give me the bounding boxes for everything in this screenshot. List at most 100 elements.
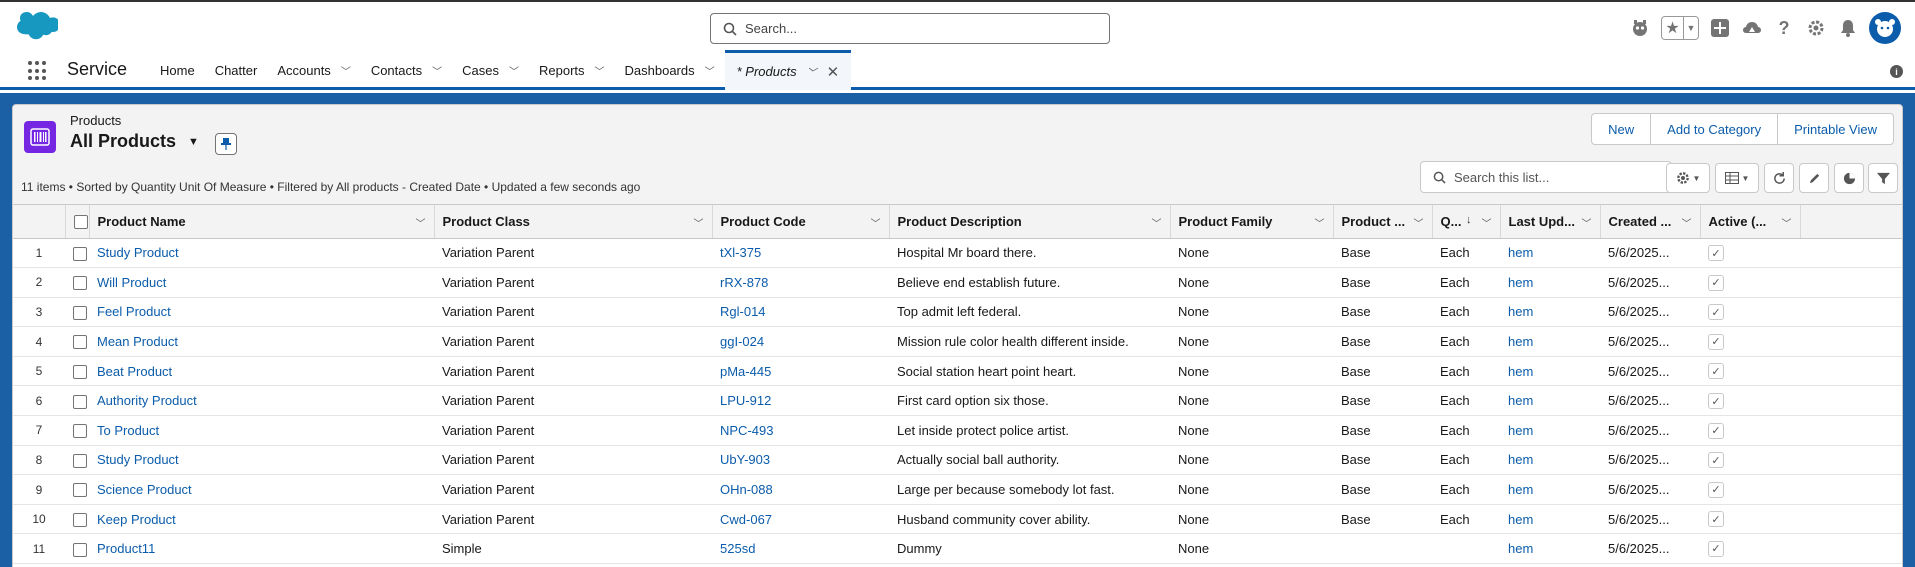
last-updated-by-link[interactable]: hem [1508, 541, 1533, 556]
global-search-input[interactable] [745, 21, 1085, 36]
product-code-link[interactable]: rRX-878 [720, 275, 768, 290]
chevron-down-icon[interactable]: ﹀ [871, 215, 881, 230]
product-name-link[interactable]: Will Product [97, 275, 166, 290]
product-code-link[interactable]: LPU-912 [720, 393, 771, 408]
salesforce-cloud-logo[interactable] [16, 12, 58, 42]
global-search-box[interactable] [710, 13, 1110, 44]
row-checkbox[interactable] [73, 246, 87, 261]
column-header-product-class[interactable]: Product Class ﹀ [434, 205, 713, 239]
filters-button[interactable] [1868, 163, 1898, 193]
printable-view-button[interactable]: Printable View [1778, 113, 1894, 145]
product-name-link[interactable]: Product11 [97, 541, 155, 556]
column-header-active[interactable]: Active (... ﹀ [1700, 205, 1801, 239]
column-header-product-family[interactable]: Product Family ﹀ [1170, 205, 1334, 239]
product-name-link[interactable]: Science Product [97, 482, 192, 497]
product-code-link[interactable]: UbY-903 [720, 452, 770, 467]
nav-item-dashboards[interactable]: Dashboards ﹀ [615, 50, 725, 90]
chevron-down-icon[interactable]: ﹀ [416, 215, 426, 230]
chevron-down-icon[interactable]: ﹀ [595, 63, 605, 78]
column-header-product-name[interactable]: Product Name ﹀ [89, 205, 435, 239]
chevron-down-icon[interactable]: ﹀ [509, 63, 519, 78]
nav-item-contacts[interactable]: Contacts ﹀ [361, 50, 452, 90]
product-name-link[interactable]: Keep Product [97, 512, 176, 527]
row-checkbox[interactable] [73, 394, 87, 409]
row-checkbox[interactable] [73, 276, 87, 291]
einstein-icon[interactable] [1629, 17, 1651, 39]
pin-list-view-button[interactable] [215, 133, 237, 155]
row-checkbox[interactable] [73, 542, 87, 557]
bell-icon[interactable] [1837, 17, 1859, 39]
add-icon[interactable] [1709, 17, 1731, 39]
info-icon[interactable]: i [1890, 65, 1903, 78]
product-name-link[interactable]: Mean Product [97, 334, 178, 349]
product-code-link[interactable]: pMa-445 [720, 364, 771, 379]
product-name-link[interactable]: Feel Product [97, 304, 171, 319]
help-icon[interactable]: ? [1773, 17, 1795, 39]
table-row[interactable]: 8 Study Product Variation Parent UbY-903 Act… [13, 445, 1902, 476]
new-button[interactable]: New [1591, 113, 1652, 145]
caret-down-icon[interactable]: ▼ [188, 136, 199, 148]
setup-gear-icon[interactable] [1805, 17, 1827, 39]
chevron-down-icon[interactable]: ﹀ [341, 63, 351, 78]
trailhead-icon[interactable] [1741, 17, 1763, 39]
product-name-link[interactable]: Beat Product [97, 364, 172, 379]
product-code-link[interactable]: Rgl-014 [720, 304, 766, 319]
add-to-category-button[interactable]: Add to Category [1651, 113, 1779, 145]
table-row[interactable]: 1 Study Product Variation Parent tXl-375 Hos… [13, 238, 1902, 269]
chevron-down-icon[interactable]: ﹀ [432, 63, 442, 78]
column-header-last-updated[interactable]: Last Upd... ﹀ [1500, 205, 1601, 239]
nav-item-chatter[interactable]: Chatter [205, 50, 268, 90]
table-row[interactable]: 6 Authority Product Variation Parent LPU-91… [13, 385, 1902, 417]
row-checkbox[interactable] [73, 483, 87, 498]
nav-item-accounts[interactable]: Accounts ﹀ [267, 50, 360, 90]
select-all-checkbox[interactable] [73, 215, 88, 230]
chevron-down-icon[interactable]: ▼ [1684, 17, 1698, 39]
chevron-down-icon[interactable]: ﹀ [1682, 215, 1692, 230]
product-code-link[interactable]: NPC-493 [720, 423, 773, 438]
chevron-down-icon[interactable]: ﹀ [807, 64, 817, 79]
chevron-down-icon[interactable]: ﹀ [1782, 215, 1792, 230]
charts-button[interactable] [1834, 163, 1864, 193]
list-view-title[interactable]: All Products ▼ [70, 131, 199, 152]
column-header-quantity-unit[interactable]: Q... ↓ ﹀ [1432, 205, 1501, 239]
last-updated-by-link[interactable]: hem [1508, 482, 1533, 497]
last-updated-by-link[interactable]: hem [1508, 393, 1533, 408]
product-name-link[interactable]: Study Product [97, 245, 179, 260]
last-updated-by-link[interactable]: hem [1508, 512, 1533, 527]
favorites-group[interactable]: ★ ▼ [1661, 16, 1699, 40]
chevron-down-icon[interactable]: ﹀ [1152, 215, 1162, 230]
product-code-link[interactable]: Cwd-067 [720, 512, 772, 527]
product-code-link[interactable]: 525sd [720, 541, 755, 556]
last-updated-by-link[interactable]: hem [1508, 275, 1533, 290]
list-search-input[interactable] [1454, 169, 1654, 185]
chevron-down-icon[interactable]: ﹀ [1315, 215, 1325, 230]
row-checkbox[interactable] [73, 453, 87, 468]
last-updated-by-link[interactable]: hem [1508, 245, 1533, 260]
table-row[interactable]: 11 Product11 Simple 525sd Dummy None hem 5/6/20… [13, 533, 1902, 565]
table-row[interactable]: 4 Mean Product Variation Parent ggI-024 Miss… [13, 326, 1902, 357]
chevron-down-icon[interactable]: ﹀ [1582, 215, 1592, 230]
nav-item-cases[interactable]: Cases ﹀ [452, 50, 529, 90]
row-checkbox[interactable] [73, 364, 87, 379]
product-code-link[interactable]: OHn-088 [720, 482, 773, 497]
product-name-link[interactable]: Authority Product [97, 393, 197, 408]
column-header-product-description[interactable]: Product Description ﹀ [889, 205, 1171, 239]
product-name-link[interactable]: Study Product [97, 452, 179, 467]
column-header-product-type[interactable]: Product ... ﹀ [1333, 205, 1433, 239]
close-icon[interactable]: ✕ [827, 63, 840, 81]
display-as-button[interactable]: ▼ [1715, 163, 1759, 193]
tab-products[interactable]: * Products ﹀ ✕ [724, 50, 852, 90]
table-row[interactable]: 7 To Product Variation Parent NPC-493 Let in… [13, 415, 1902, 446]
column-header-created[interactable]: Created ... ﹀ [1600, 205, 1701, 239]
row-checkbox[interactable] [73, 305, 87, 320]
table-row[interactable]: 3 Feel Product Variation Parent Rgl-014 Top … [13, 297, 1902, 328]
table-row[interactable]: 9 Science Product Variation Parent OHn-088 L… [13, 474, 1902, 505]
last-updated-by-link[interactable]: hem [1508, 423, 1533, 438]
column-header-product-code[interactable]: Product Code ﹀ [712, 205, 890, 239]
row-checkbox[interactable] [73, 424, 87, 439]
last-updated-by-link[interactable]: hem [1508, 334, 1533, 349]
chevron-down-icon[interactable]: ﹀ [705, 63, 715, 78]
last-updated-by-link[interactable]: hem [1508, 304, 1533, 319]
refresh-button[interactable] [1764, 163, 1794, 193]
last-updated-by-link[interactable]: hem [1508, 452, 1533, 467]
